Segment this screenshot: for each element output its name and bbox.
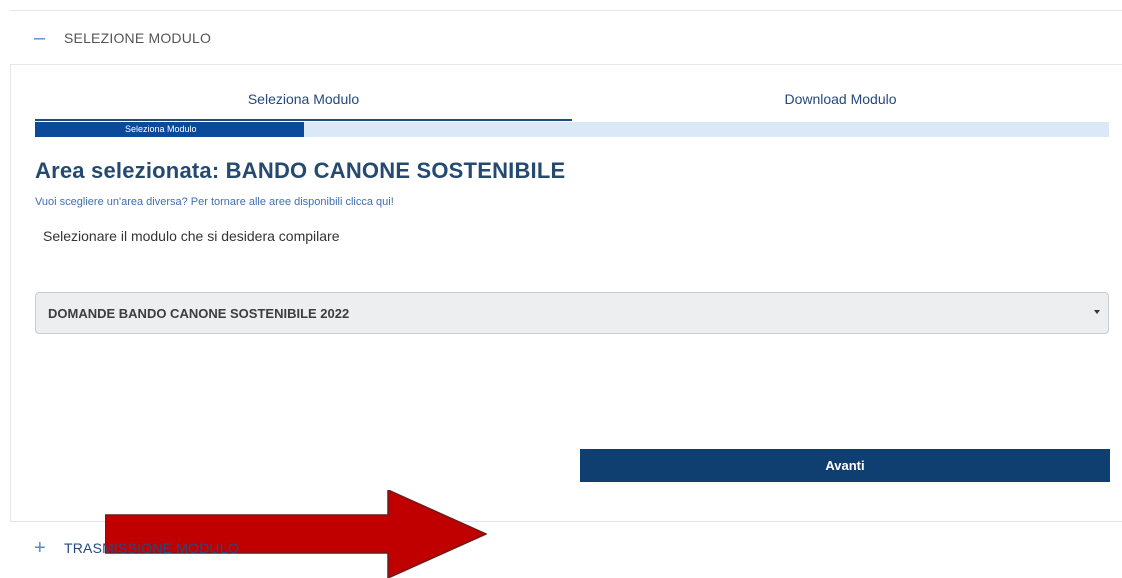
tab-seleziona-modulo[interactable]: Seleziona Modulo <box>35 85 572 121</box>
module-select-value: DOMANDE BANDO CANONE SOSTENIBILE 2022 <box>48 305 350 321</box>
page-title: Area selezionata: BANDO CANONE SOSTENIBI… <box>35 158 566 183</box>
instruction-text: Selezionare il modulo che si desidera co… <box>43 228 340 244</box>
tab-download-modulo[interactable]: Download Modulo <box>572 85 1109 121</box>
chevron-down-icon <box>1094 310 1100 314</box>
wizard-tabs: Seleziona Modulo Download Modulo <box>35 85 1109 121</box>
selezione-modulo-panel: Seleziona Modulo Download Modulo Selezio… <box>10 64 1122 578</box>
change-area-link[interactable]: Vuoi scegliere un'area diversa? Per torn… <box>35 196 394 208</box>
avanti-button[interactable]: Avanti <box>580 449 1110 482</box>
accordion-title[interactable]: TRASMISSIONE MODULO <box>64 540 239 556</box>
collapse-icon[interactable]: – <box>10 27 64 50</box>
progress-fill: Seleziona Modulo <box>35 122 304 137</box>
wizard-progress-bar: Seleziona Modulo <box>35 122 1109 137</box>
accordion-title[interactable]: SELEZIONE MODULO <box>64 30 211 46</box>
accordion-selezione-modulo[interactable]: – SELEZIONE MODULO <box>10 18 211 58</box>
expand-icon[interactable]: + <box>10 537 64 560</box>
top-divider <box>10 10 1122 11</box>
accordion-trasmissione-modulo[interactable]: + TRASMISSIONE MODULO <box>10 528 239 568</box>
module-select[interactable]: DOMANDE BANDO CANONE SOSTENIBILE 2022 <box>35 292 1109 334</box>
